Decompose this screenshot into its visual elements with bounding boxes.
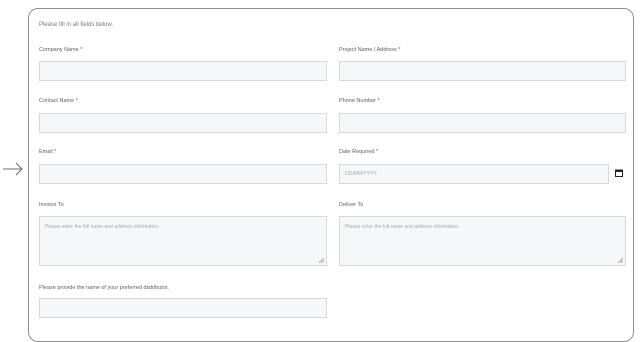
- contact-name-label: Contact Name *: [39, 98, 78, 104]
- phone-number-label: Phone Number *: [339, 98, 380, 104]
- date-required-input[interactable]: DD/MM/YYYY: [339, 164, 609, 184]
- deliver-to-placeholder: Please enter the full name and address i…: [345, 224, 460, 230]
- arrow-right-icon: [3, 162, 23, 176]
- invoice-to-label: Invoice To: [39, 202, 64, 208]
- invoice-to-textarea[interactable]: Please enter the full name and address i…: [39, 216, 327, 266]
- project-name-input[interactable]: [339, 61, 626, 81]
- date-required-label: Date Required *: [339, 149, 379, 155]
- resize-handle-icon[interactable]: [618, 258, 623, 263]
- company-name-input[interactable]: [39, 61, 327, 81]
- email-label: Email *: [39, 149, 57, 155]
- company-name-label: Company Name *: [39, 47, 83, 53]
- date-placeholder: DD/MM/YYYY: [345, 171, 377, 177]
- project-name-label: Project Name / Address *: [339, 47, 401, 53]
- distributor-label: Please provide the name of your preferre…: [39, 285, 169, 291]
- distributor-input[interactable]: [39, 298, 327, 318]
- deliver-to-textarea[interactable]: Please enter the full name and address i…: [339, 216, 626, 266]
- invoice-to-placeholder: Please enter the full name and address i…: [45, 224, 160, 230]
- contact-name-input[interactable]: [39, 113, 327, 133]
- deliver-to-label: Deliver To: [339, 202, 364, 208]
- phone-number-input[interactable]: [339, 113, 626, 133]
- form-intro: Please fill in all fields below.: [39, 22, 114, 28]
- calendar-icon[interactable]: [615, 169, 623, 177]
- resize-handle-icon[interactable]: [319, 258, 324, 263]
- order-form-card: Please fill in all fields below. Company…: [28, 8, 634, 342]
- email-input[interactable]: [39, 164, 327, 184]
